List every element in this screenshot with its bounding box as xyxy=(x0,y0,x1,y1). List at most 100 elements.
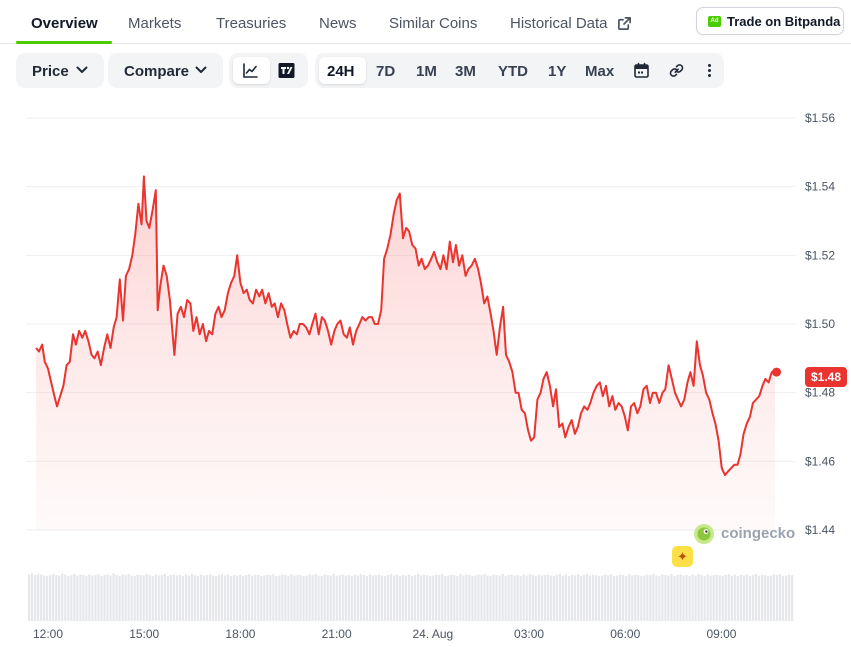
volume-bar xyxy=(591,574,595,621)
tab-news[interactable]: News xyxy=(319,15,357,32)
price-dropdown[interactable]: Price xyxy=(16,53,104,88)
range-ytd[interactable]: YTD xyxy=(498,63,528,80)
volume-bar xyxy=(157,575,160,621)
volume-bar xyxy=(525,575,528,621)
sparkle-icon[interactable]: ✦ xyxy=(672,546,693,567)
volume-bar xyxy=(676,575,679,621)
volume-bar xyxy=(724,575,727,621)
volume-bar xyxy=(486,575,489,621)
tab-markets[interactable]: Markets xyxy=(128,15,181,32)
range-1y[interactable]: 1Y xyxy=(548,63,566,80)
volume-bar xyxy=(604,574,607,621)
volume-bar xyxy=(763,575,767,621)
volume-bar xyxy=(501,574,504,621)
range-7d[interactable]: 7D xyxy=(376,63,395,80)
volume-bar xyxy=(667,575,670,621)
volume-bar xyxy=(540,575,543,621)
line-chart-icon[interactable] xyxy=(242,62,259,79)
tradingview-icon[interactable] xyxy=(278,62,295,79)
volume-bar xyxy=(751,575,754,621)
tab-treasuries[interactable]: Treasuries xyxy=(216,15,286,32)
volume-bar xyxy=(516,575,519,621)
volume-bar xyxy=(561,575,565,621)
price-chart[interactable]: $1.44 $1.46 $1.48 $1.50 $1.52 $1.54 $1.56 12:0… xyxy=(0,95,851,647)
volume-bar xyxy=(40,574,43,621)
volume-bar xyxy=(787,574,791,621)
volume-bar xyxy=(163,574,166,621)
range-1m[interactable]: 1M xyxy=(416,63,437,80)
volume-bar xyxy=(640,576,643,621)
current-price-dot xyxy=(772,367,782,377)
volume-bar xyxy=(579,576,583,621)
volume-bar xyxy=(721,576,724,621)
volume-bar xyxy=(272,574,275,621)
volume-bar xyxy=(263,575,266,621)
volume-bar xyxy=(43,575,46,621)
volume-bar xyxy=(622,575,625,621)
tab-similar-coins[interactable]: Similar Coins xyxy=(389,15,477,32)
compare-dropdown[interactable]: Compare xyxy=(108,53,223,88)
volume-bar xyxy=(257,575,260,621)
volume-bar xyxy=(733,574,736,621)
volume-bar xyxy=(748,576,751,621)
volume-bar xyxy=(407,574,411,621)
volume-bar xyxy=(546,574,549,621)
volume-bar xyxy=(260,576,263,621)
volume-bar xyxy=(311,575,314,621)
volume-bar xyxy=(607,575,610,621)
range-24h[interactable]: 24H xyxy=(327,63,355,80)
volume-bar xyxy=(398,576,402,621)
volume-bar xyxy=(245,575,248,621)
volume-bar xyxy=(70,575,73,621)
volume-bar xyxy=(305,575,308,621)
trade-on-bitpanda-button[interactable]: Ad Trade on Bitpanda xyxy=(696,7,844,35)
volume-bar xyxy=(649,575,652,621)
range-3m[interactable]: 3M xyxy=(455,63,476,80)
tab-overview[interactable]: Overview xyxy=(31,15,98,32)
volume-bar xyxy=(118,576,121,621)
chevron-down-icon xyxy=(195,66,207,73)
volume-bar xyxy=(610,574,613,621)
volume-bar xyxy=(616,575,619,621)
volume-bar xyxy=(462,575,465,621)
volume-bar xyxy=(46,576,49,621)
volume-bar xyxy=(754,574,758,621)
volume-bar xyxy=(489,576,492,621)
volume-bar xyxy=(269,575,272,621)
range-max[interactable]: Max xyxy=(585,63,614,80)
volume-bar xyxy=(543,575,546,621)
volume-bar xyxy=(528,574,531,621)
volume-bar xyxy=(700,575,703,621)
volume-bar xyxy=(314,574,317,621)
volume-bar xyxy=(178,575,182,621)
volume-bar xyxy=(106,574,109,621)
volume-bar xyxy=(133,576,136,621)
volume-bar xyxy=(323,574,326,621)
volume-bar xyxy=(67,576,70,621)
volume-bar xyxy=(139,575,142,621)
volume-bar xyxy=(308,574,311,621)
volume-bar xyxy=(507,575,510,621)
volume-bar xyxy=(193,575,197,621)
tab-historical-data[interactable]: Historical Data xyxy=(510,15,608,32)
volume-bar xyxy=(664,575,667,621)
volume-bars xyxy=(28,573,794,621)
volume-bar xyxy=(109,575,112,621)
volume-bar xyxy=(730,575,733,621)
volume-bar xyxy=(766,576,770,621)
link-icon[interactable] xyxy=(668,62,685,79)
y-tick-label: $1.50 xyxy=(805,317,835,331)
volume-bar xyxy=(444,576,447,621)
calendar-icon[interactable] xyxy=(633,62,650,79)
volume-bar xyxy=(634,574,637,621)
volume-bar xyxy=(691,574,694,621)
volume-bar xyxy=(248,574,251,621)
volume-bar xyxy=(356,575,359,621)
volume-bar xyxy=(175,575,178,621)
external-link-icon[interactable] xyxy=(617,16,632,31)
volume-bar xyxy=(685,575,688,621)
more-icon[interactable] xyxy=(701,62,718,79)
volume-bar xyxy=(781,576,785,621)
volume-bar xyxy=(576,574,580,621)
volume-bar xyxy=(202,575,206,621)
